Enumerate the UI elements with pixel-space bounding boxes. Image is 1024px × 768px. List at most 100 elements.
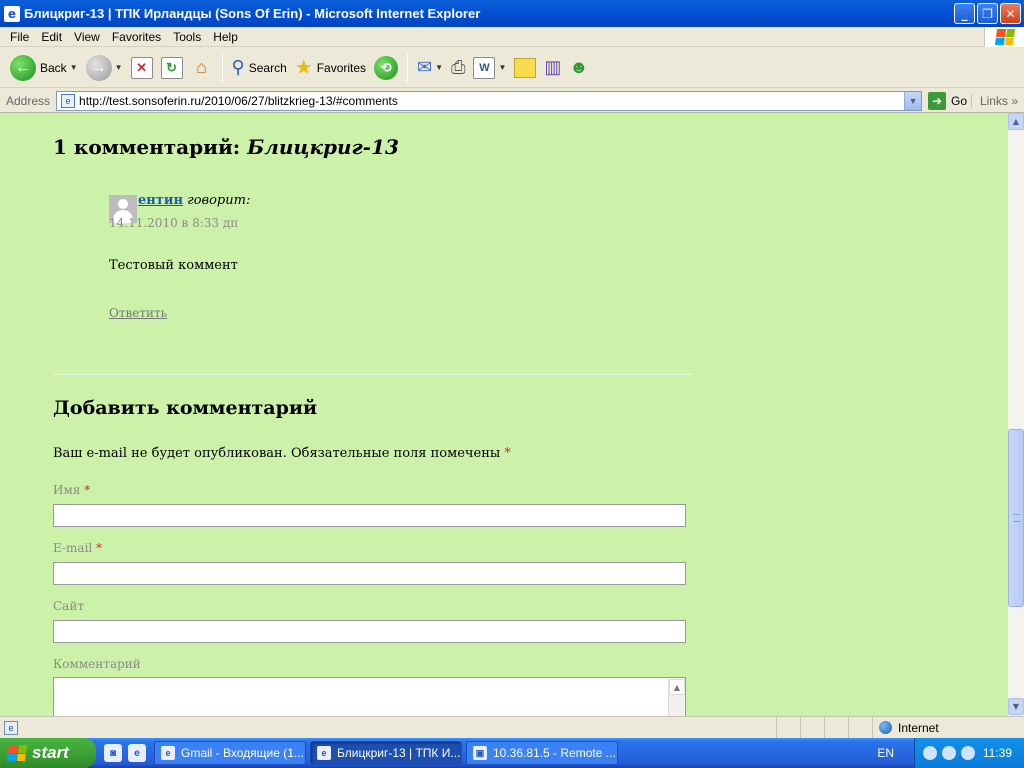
task-gmail[interactable]: e Gmail - Входящие (1... (154, 741, 306, 765)
toolbar-separator (407, 53, 409, 82)
comment-notes: Ваш e-mail не будет опубликован. Обязате… (53, 446, 511, 461)
go-button[interactable]: ➜ Go (928, 91, 967, 110)
discuss-button[interactable] (510, 52, 540, 84)
scroll-up-icon[interactable]: ▲ (669, 679, 685, 695)
mail-dropdown-icon[interactable]: ▼ (435, 63, 443, 72)
url-input[interactable] (79, 91, 905, 110)
ie-icon: e (4, 5, 20, 22)
note-icon (514, 57, 537, 78)
site-field[interactable] (53, 620, 686, 643)
name-label: Имя * (53, 483, 90, 497)
word-icon: W (473, 56, 496, 79)
comments-count-label: 1 комментарий: (53, 135, 248, 159)
page-icon: e (61, 93, 76, 108)
print-button[interactable]: ⎙ (447, 52, 469, 84)
comment-author-link[interactable]: ентин (138, 193, 183, 208)
minimize-button[interactable]: _ (954, 3, 975, 24)
clock[interactable]: 11:39 (983, 746, 1012, 760)
system-tray: 11:39 (914, 738, 1024, 768)
scroll-up-icon[interactable]: ▲ (1008, 113, 1024, 130)
menu-help[interactable]: Help (207, 30, 244, 44)
security-icon[interactable] (961, 746, 975, 760)
notes-text: Ваш e-mail не будет опубликован. Обязате… (53, 446, 501, 461)
scroll-thumb[interactable] (1008, 429, 1024, 607)
window-title: Блицкриг-13 | ТПК Ирландцы (Sons Of Erin… (24, 6, 481, 21)
printer-icon: ⎙ (451, 57, 466, 77)
menu-favorites[interactable]: Favorites (106, 30, 167, 44)
email-field[interactable] (53, 562, 686, 585)
favorites-label: Favorites (316, 60, 367, 75)
back-label: Back (40, 60, 67, 75)
comment-textarea[interactable] (53, 677, 686, 716)
edit-button[interactable]: W ▼ (469, 52, 510, 84)
history-button[interactable]: ⟲ (370, 52, 402, 84)
email-label: E-mail * (53, 541, 102, 555)
show-desktop-icon[interactable]: ◙ (104, 744, 122, 762)
mail-icon: ✉ (417, 57, 433, 77)
mail-button[interactable]: ✉ ▼ (413, 52, 447, 84)
name-field[interactable] (53, 504, 686, 527)
ie-icon[interactable]: e (128, 744, 146, 762)
language-indicator[interactable]: EN (877, 746, 894, 760)
ie-icon: e (161, 746, 175, 760)
textarea-scrollbar[interactable]: ▲ (668, 679, 685, 716)
menu-view[interactable]: View (68, 30, 106, 44)
home-button[interactable]: ⌂ (187, 52, 217, 84)
toolbar-separator (221, 53, 223, 82)
refresh-button[interactable]: ↻ (157, 52, 187, 84)
email-label-text: E-mail (53, 541, 93, 555)
task-blitzkrieg[interactable]: e Блицкриг-13 | ТПК И... (310, 741, 462, 765)
back-button[interactable]: ← Back ▼ (6, 52, 82, 84)
address-dropdown-icon[interactable]: ▼ (904, 91, 922, 110)
favorites-button[interactable]: ★ Favorites (291, 52, 370, 84)
comment-date[interactable]: 14.11.2010 в 8:33 дп (109, 216, 238, 230)
scroll-down-icon[interactable]: ▼ (1008, 698, 1024, 715)
menu-edit[interactable]: Edit (35, 30, 68, 44)
divider (53, 374, 693, 375)
quick-launch: ◙ e (104, 744, 146, 762)
forward-button[interactable]: → ▼ (82, 52, 127, 84)
search-button[interactable]: ⚲ Search (228, 52, 291, 84)
messenger-icon: ☻ (569, 57, 589, 77)
name-label-text: Имя (53, 483, 81, 497)
standard-toolbar: ← Back ▼ → ▼ ✕ ↻ ⌂ ⚲ Search ★ Favorites … (0, 48, 1024, 88)
back-dropdown-icon[interactable]: ▼ (70, 63, 78, 72)
research-button[interactable]: ▥ (540, 52, 565, 84)
network-icon[interactable] (923, 746, 937, 760)
taskbar: start ◙ e e Gmail - Входящие (1... e Бли… (0, 738, 1024, 768)
history-icon: ⟲ (374, 55, 399, 80)
page-scrollbar[interactable]: ▲ ▼ (1007, 113, 1024, 716)
start-button[interactable]: start (0, 738, 96, 768)
address-label: Address (6, 93, 51, 108)
menu-bar: File Edit View Favorites Tools Help (0, 27, 1024, 47)
comment-label: Комментарий (53, 657, 141, 671)
stop-button[interactable]: ✕ (127, 52, 157, 84)
forward-dropdown-icon[interactable]: ▼ (115, 63, 123, 72)
window-controls: _ ❐ ✕ (954, 3, 1021, 24)
task-remote-desktop[interactable]: ▣ 10.36.81.5 - Remote ... (466, 741, 618, 765)
address-field[interactable]: e ▼ (56, 90, 923, 111)
stop-icon: ✕ (130, 56, 153, 79)
messenger-button[interactable]: ☻ (565, 52, 592, 84)
ie-icon: e (317, 746, 331, 760)
reply-link[interactable]: Ответить (109, 306, 167, 320)
maximize-button[interactable]: ❐ (977, 3, 998, 24)
globe-icon (879, 721, 892, 734)
close-button[interactable]: ✕ (1000, 3, 1021, 24)
reply-title: Добавить комментарий (53, 397, 318, 419)
back-arrow-icon: ← (10, 54, 36, 81)
page-content: 1 комментарий: Блицкриг-13 ентин говорит… (0, 113, 1007, 716)
menu-tools[interactable]: Tools (167, 30, 207, 44)
search-label: Search (248, 60, 287, 75)
volume-icon[interactable] (942, 746, 956, 760)
refresh-icon: ↻ (160, 56, 183, 79)
comment-says: говорит: (187, 193, 251, 208)
security-zone[interactable]: Internet (872, 717, 1024, 738)
required-mark: * (504, 446, 511, 461)
menu-file[interactable]: File (4, 30, 35, 44)
status-cells: Internet (776, 717, 1024, 738)
task-label: 10.36.81.5 - Remote ... (493, 746, 616, 760)
address-bar: Address e ▼ ➜ Go Links » (0, 89, 1024, 113)
edit-dropdown-icon[interactable]: ▼ (498, 63, 506, 72)
links-button[interactable]: Links » (970, 93, 1024, 108)
